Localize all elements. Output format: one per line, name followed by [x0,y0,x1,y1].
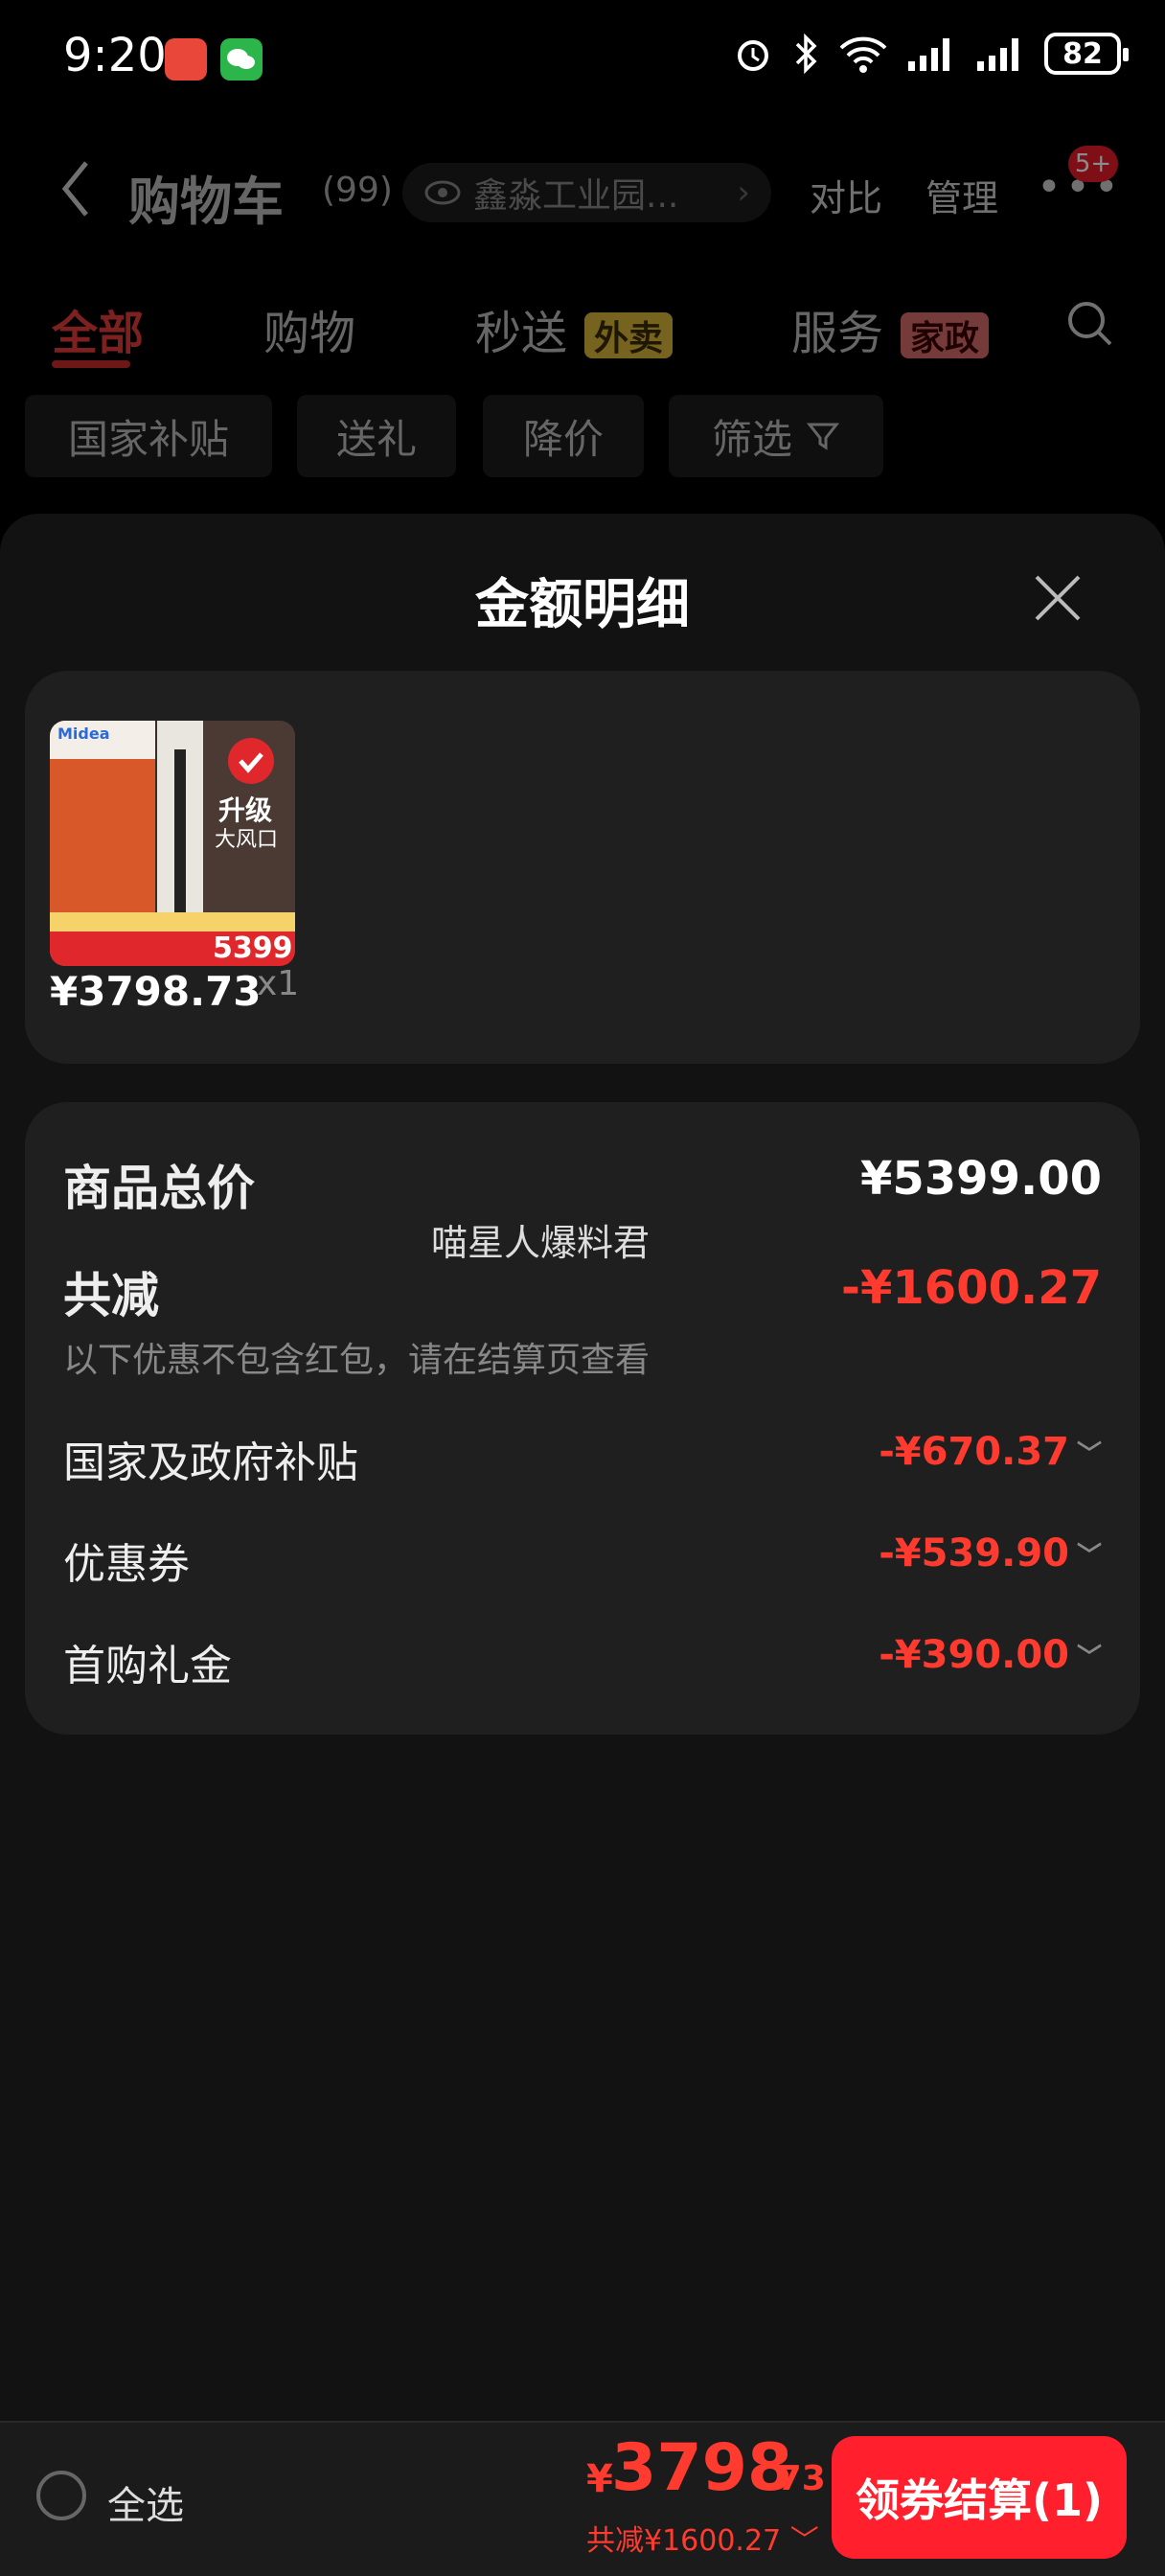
total-label: 商品总价 [63,1161,255,1216]
product-price: ¥3798.73 [50,968,262,1015]
product-quantity: x1 [257,964,300,1003]
product-image-price: 5399 [213,932,293,965]
filter-button[interactable]: 筛选 [669,395,883,477]
total-value: ¥5399.00 [859,1152,1102,1206]
battery-indicator: 82 [1044,33,1129,75]
total-currency: ¥ [586,2457,613,2501]
app-notification-icon [165,38,207,80]
subsidy-label: 国家及政府补贴 [63,1438,358,1487]
filter-gift[interactable]: 送礼 [297,395,456,477]
sheet-title: 金额明细 [475,574,690,636]
tab-service[interactable]: 服务 [791,295,883,362]
back-arrow-icon[interactable] [57,155,96,226]
discount-value: -¥1600.27 [841,1261,1102,1315]
select-all-checkbox[interactable] [36,2471,86,2520]
status-time: 9:20 [63,29,167,82]
wifi-icon [839,36,887,73]
chevron-down-icon: ﹀ [1076,1541,1102,1571]
first-purchase-detail[interactable]: -¥390.00 ﹀ [879,1633,1102,1677]
signal-icon [908,38,949,71]
chevron-down-icon: ﹀ [1076,1439,1102,1469]
product-image[interactable]: Midea 升级 大风口 5399 [50,721,295,966]
chevron-down-icon: ﹀ [789,2524,819,2558]
filter-price-drop[interactable]: 降价 [483,395,644,477]
coupon-label: 优惠券 [63,1540,190,1589]
subsidy-detail[interactable]: -¥670.37 ﹀ [879,1430,1102,1474]
tag-takeaway: 外卖 [584,312,674,358]
filter-national-subsidy[interactable]: 国家补贴 [25,395,272,477]
first-purchase-label: 首购礼金 [63,1642,232,1690]
signal-icon-2 [977,38,1018,71]
tab-all[interactable]: 全部 [52,295,144,362]
tab-express[interactable]: 秒送 [475,295,567,362]
page-title: 购物车 [128,172,284,232]
watermark-text: 喵星人爆料君 [431,1222,651,1264]
chevron-down-icon: ﹀ [1076,1643,1102,1672]
filter-funnel-icon [806,423,840,450]
cart-count: (99) [322,171,393,210]
tag-housekeeping: 家政 [901,312,990,358]
tab-shopping[interactable]: 购物 [263,295,355,362]
compare-button[interactable]: 对比 [810,169,882,221]
address-text: 鑫淼工业园... [473,176,679,216]
bluetooth-icon [795,33,817,75]
wechat-icon [220,38,263,80]
tab-underline [52,360,130,368]
checkout-button[interactable]: 领券结算(1) [832,2436,1127,2559]
more-badge: 5+ [1068,146,1118,182]
close-icon[interactable] [1029,569,1086,631]
eye-icon [424,180,461,205]
product-image-subtext: 大风口 [215,828,279,852]
status-icons: 82 [732,33,1129,75]
total-decimal: .73 [765,2459,826,2498]
total-discount-summary[interactable]: 共减¥1600.27 ﹀ [586,2517,819,2559]
alarm-icon [738,40,768,71]
search-icon[interactable] [1063,297,1117,355]
address-selector[interactable]: 鑫淼工业园... › [402,163,771,222]
coupon-detail[interactable]: -¥539.90 ﹀ [879,1531,1102,1576]
brand-logo: Midea [57,724,110,743]
manage-button[interactable]: 管理 [925,169,998,221]
discount-note: 以下优惠不包含红包，请在结算页查看 [63,1341,651,1380]
discount-label: 共减 [63,1268,159,1323]
select-all-label[interactable]: 全选 [107,2474,184,2530]
chevron-right-icon: › [737,173,750,212]
